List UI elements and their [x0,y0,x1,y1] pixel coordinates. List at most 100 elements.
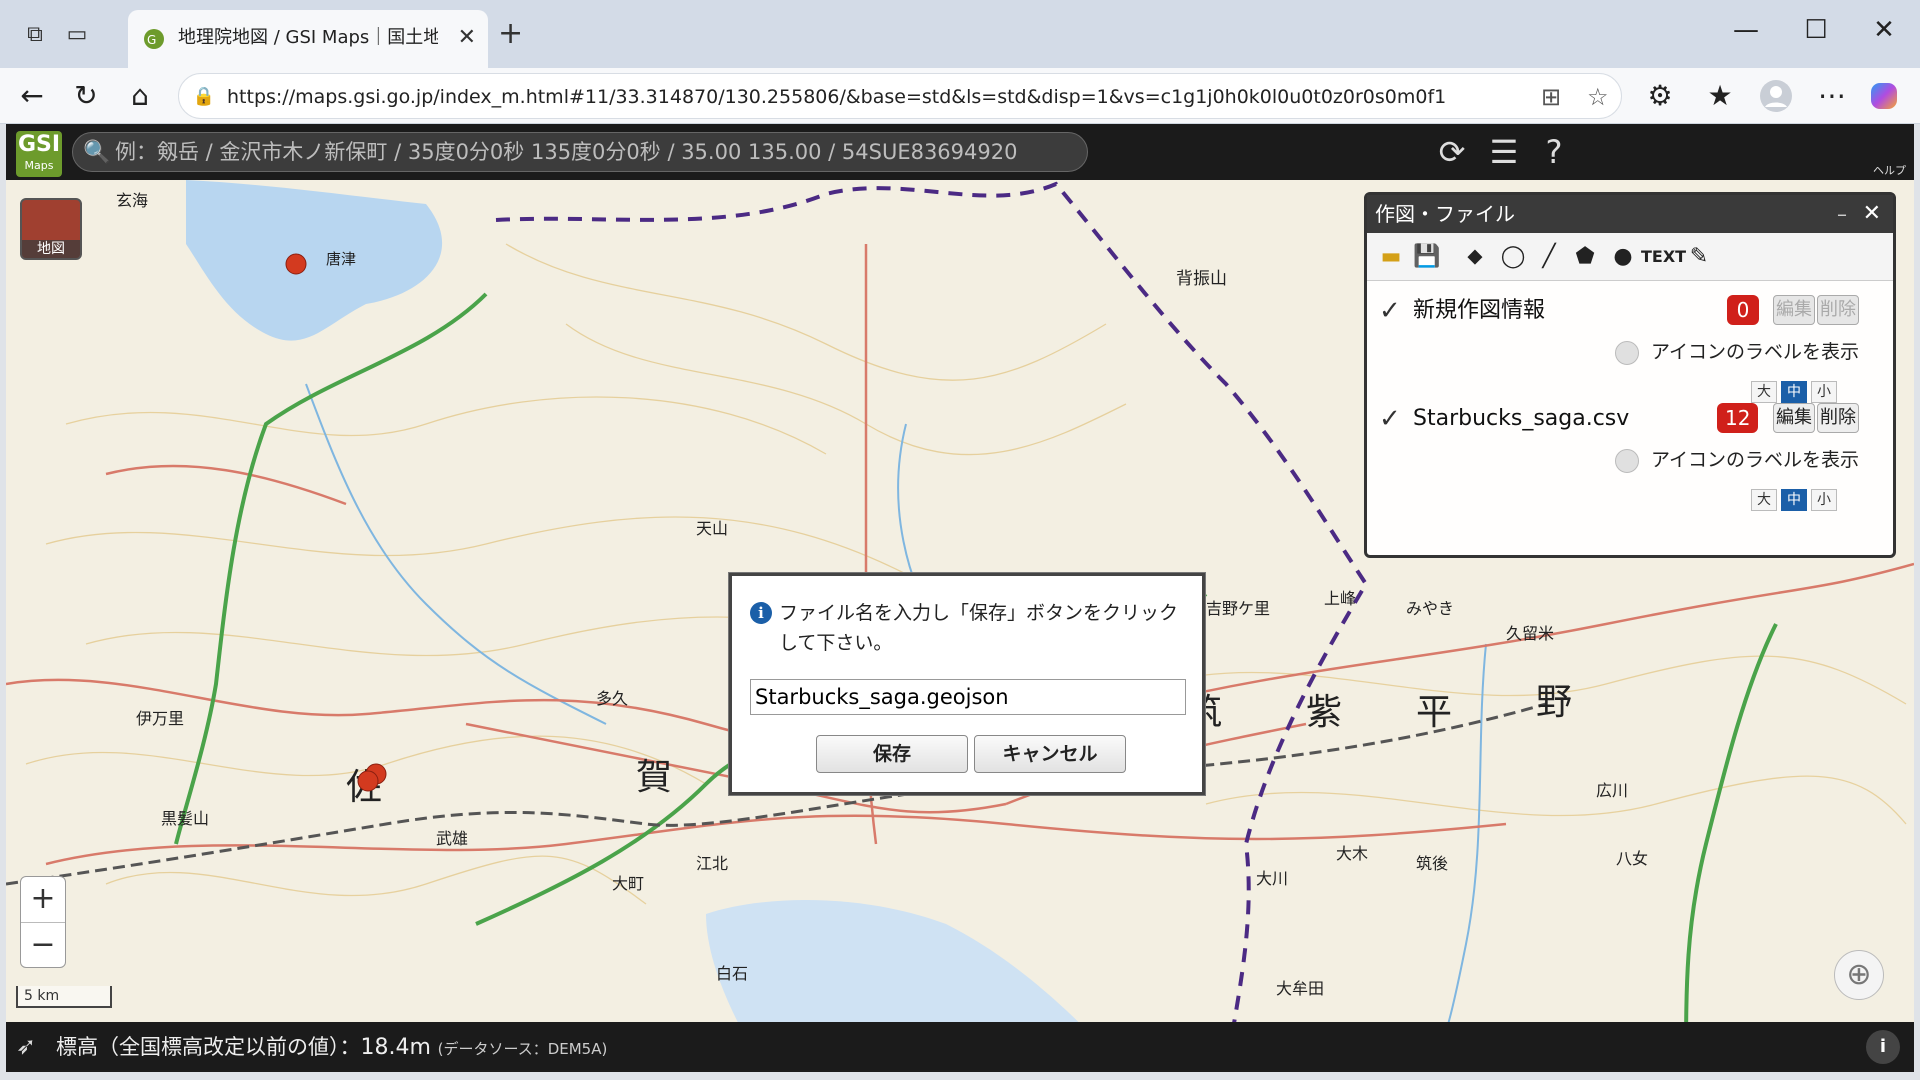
svg-text:多久: 多久 [596,689,628,708]
zoom-control: + − [20,876,66,968]
svg-text:江北: 江北 [696,854,728,873]
search-box[interactable]: 🔍 [72,132,1088,172]
size-large-button[interactable]: 大 [1751,381,1777,403]
gsi-map-app: 玄海 唐津 佐 賀 筑 紫 平 野 背振山 天山 多久 小城 佐賀 武雄 大町 … [6,124,1914,1072]
svg-text:大木: 大木 [1336,844,1368,863]
info-icon[interactable]: i [1866,1030,1900,1064]
copilot-icon[interactable] [1864,76,1904,116]
size-medium-button[interactable]: 中 [1781,489,1807,511]
delete-layer-button[interactable]: 削除 [1817,403,1859,433]
svg-text:みやき: みやき [1406,599,1454,618]
edit-layer-button[interactable]: 編集 [1773,403,1815,433]
size-small-button[interactable]: 小 [1811,381,1837,403]
browser-toolbar: ← ↻ ⌂ 🔒 https://maps.gsi.go.jp/index_m.h… [0,68,1920,124]
favorite-star-icon[interactable]: ☆ [1587,82,1609,112]
polygon-tool-icon[interactable]: ⬟ [1569,241,1601,273]
url-text[interactable]: https://maps.gsi.go.jp/index_m.html#11/3… [227,83,1446,111]
cancel-button[interactable]: キャンセル [974,735,1126,773]
layer-name: 新規作図情報 [1413,298,1546,323]
svg-text:武雄: 武雄 [436,829,468,848]
save-button[interactable]: 保存 [816,735,968,773]
svg-text:筑後: 筑後 [1416,854,1448,873]
reload-icon[interactable]: ↻ [66,76,106,116]
info-icon: i [750,602,772,624]
svg-text:紫: 紫 [1306,692,1342,733]
close-panel-icon[interactable]: ✕ [1863,195,1881,233]
open-file-icon[interactable]: ▬ [1375,241,1407,273]
layer-checkbox[interactable]: ✓ [1379,403,1401,435]
search-input[interactable] [115,137,1075,167]
maximize-icon[interactable]: ☐ [1796,14,1836,46]
save-file-icon[interactable]: 💾 [1411,241,1443,273]
panel-header: 作図・ファイル – ✕ [1367,195,1893,233]
svg-text:玄海: 玄海 [116,191,148,210]
scale-bar: 5 km [16,986,112,1008]
save-file-dialog: i ファイル名を入力し「保存」ボタンをクリックして下さい。 保存 キャンセル [729,573,1205,795]
svg-text:平: 平 [1416,692,1452,733]
label-toggle-radio[interactable] [1615,341,1639,365]
gsi-logo[interactable]: GSI Maps [16,131,62,177]
favorites-icon[interactable]: ★ [1700,76,1740,116]
help-label: ヘルプ [1873,164,1906,177]
svg-text:大牟田: 大牟田 [1276,979,1324,998]
svg-text:広川: 広川 [1596,781,1628,800]
svg-text:大川: 大川 [1256,869,1288,888]
workspaces-icon[interactable]: ⧉ [20,20,50,50]
back-icon[interactable]: ← [12,76,52,116]
minimize-icon[interactable]: — [1726,14,1766,46]
edit-layer-button[interactable]: 編集 [1773,295,1815,325]
label-toggle-text: アイコンのラベルを表示 [1651,341,1860,363]
label-toggle-radio[interactable] [1615,449,1639,473]
map-type-label: 地図 [22,240,80,258]
svg-text:上峰: 上峰 [1324,589,1356,608]
zoom-in-button[interactable]: + [21,877,65,923]
point-tool-icon[interactable]: ● [1607,241,1639,273]
svg-text:大町: 大町 [612,874,644,893]
line-tool-icon[interactable]: ╱ [1533,241,1565,273]
elevation-bar: ➶ 標高（全国標高改定以前の値）：18.4m (データソース：DEM5A) i [6,1022,1914,1072]
size-large-button[interactable]: 大 [1751,489,1777,511]
tab-actions-icon[interactable]: ▭ [62,20,92,50]
home-icon[interactable]: ⌂ [120,76,160,116]
address-bar[interactable]: 🔒 https://maps.gsi.go.jp/index_m.html#11… [178,73,1622,119]
gsi-favicon-icon: G [144,29,164,49]
svg-text:天山: 天山 [696,519,728,538]
elevation-label: 標高（全国標高改定以前の値）： [56,1035,361,1059]
new-tab-icon[interactable]: + [498,16,523,52]
search-icon[interactable]: 🔍 [83,139,110,167]
pin-icon[interactable]: ➶ [16,1032,36,1060]
size-medium-button[interactable]: 中 [1781,381,1807,403]
svg-text:唐津: 唐津 [326,250,356,268]
feature-count-badge: 12 [1717,403,1759,433]
help-icon[interactable]: ? [1534,134,1574,170]
minimize-panel-icon[interactable]: – [1837,195,1847,233]
lock-icon[interactable]: 🔒 [191,84,217,110]
browser-tab[interactable]: G 地理院地図 / GSI Maps｜国土地理 ✕ [128,10,488,68]
tab-title: 地理院地図 / GSI Maps｜国土地理 [178,27,438,48]
circle-tool-icon[interactable]: ◯ [1497,241,1529,273]
window-close-icon[interactable]: ✕ [1864,14,1904,46]
current-location-icon[interactable]: ⊕ [1834,950,1884,1000]
text-tool-icon[interactable]: TEXT [1641,241,1686,273]
layer-name: Starbucks_saga.csv [1413,406,1630,431]
refresh-icon[interactable]: ⟳ [1432,134,1472,170]
filename-input[interactable] [750,679,1186,715]
svg-text:野: 野 [1536,682,1572,723]
extensions-icon[interactable]: ⚙ [1640,76,1680,116]
gsi-top-bar: GSIMaps 🔍 ⟳ ☰ ? ヘルプ [6,124,1914,180]
more-menu-icon[interactable]: ⋯ [1812,76,1852,116]
profile-avatar[interactable] [1756,76,1796,116]
size-small-button[interactable]: 小 [1811,489,1837,511]
elevation-readout: 標高（全国標高改定以前の値）：18.4m (データソース：DEM5A) [56,1032,607,1064]
marker-tool-icon[interactable]: ⬥ [1459,241,1491,273]
tab-close-icon[interactable]: ✕ [458,24,476,52]
zoom-out-button[interactable]: − [21,923,65,969]
edit-tool-icon[interactable]: ✎ [1683,241,1715,273]
svg-text:賀: 賀 [636,757,672,798]
svg-text:黒髪山: 黒髪山 [161,809,209,828]
layer-list-icon[interactable]: ☰ [1484,134,1524,170]
delete-layer-button[interactable]: 削除 [1817,295,1859,325]
map-type-button[interactable]: 地図 [20,198,82,260]
layer-checkbox[interactable]: ✓ [1379,295,1401,327]
app-install-icon[interactable]: ⊞ [1541,82,1561,112]
